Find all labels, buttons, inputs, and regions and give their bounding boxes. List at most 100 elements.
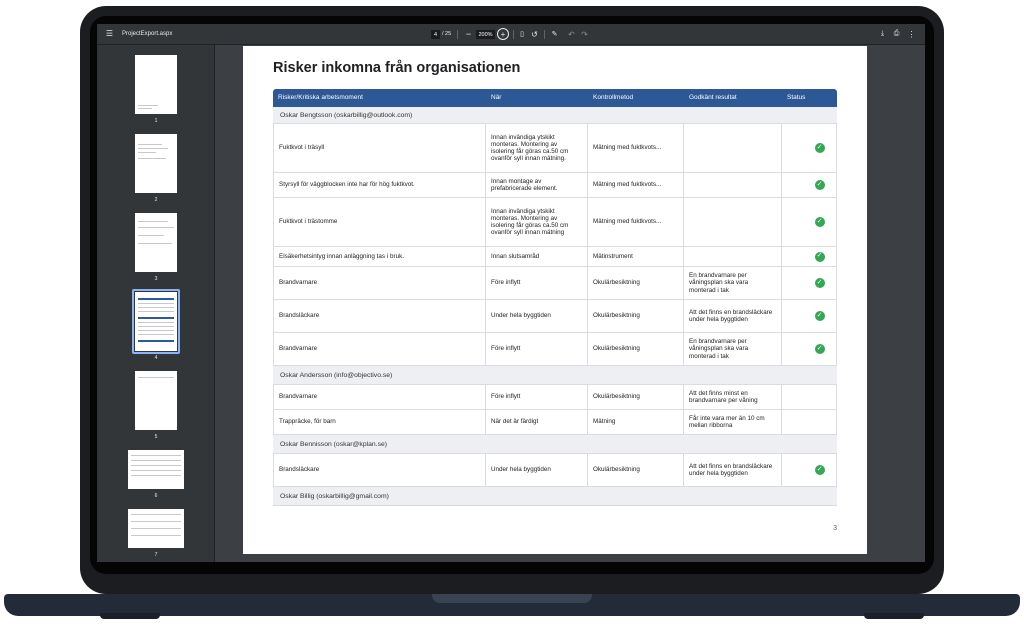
thumbnail-label: 3 bbox=[154, 276, 158, 282]
toolbar-divider bbox=[513, 30, 514, 39]
table-row: Brandsläckare Under hela byggtiden Okulä… bbox=[273, 454, 837, 487]
risk-cell: Styrsyll för väggblocken inte har för hö… bbox=[273, 173, 486, 197]
table-header: Risker/Kritiska arbetsmoment När Kontrol… bbox=[273, 89, 837, 107]
method-cell: Mätning med fuktkvots... bbox=[588, 198, 684, 246]
check-icon: ✓ bbox=[814, 217, 825, 227]
rotate-icon[interactable]: ↺ bbox=[530, 29, 539, 39]
table-row: Fuktkvot i trästomme Innan invändiga yts… bbox=[273, 198, 837, 247]
risk-cell: Trappräcke, för barn bbox=[273, 410, 486, 434]
thumbnail-label: 2 bbox=[154, 197, 158, 203]
toolbar-divider bbox=[544, 30, 545, 39]
when-cell: Före inflytt bbox=[486, 385, 588, 409]
table-row: Styrsyll för väggblocken inte har för hö… bbox=[273, 173, 837, 198]
status-cell bbox=[782, 410, 837, 434]
column-header: Risker/Kritiska arbetsmoment bbox=[278, 94, 363, 101]
check-icon: ✓ bbox=[814, 344, 825, 354]
risk-cell: Elsäkerhetsintyg innan anläggning tas i … bbox=[273, 247, 486, 266]
result-cell bbox=[684, 124, 782, 172]
page-thumbnail-3[interactable] bbox=[135, 213, 177, 272]
result-cell: Att det finns en brandsläckare under hel… bbox=[684, 454, 782, 486]
status-cell bbox=[782, 385, 837, 409]
laptop-foot-left bbox=[100, 613, 160, 619]
table-row: Fuktkvot i träsyll Innan invändiga ytski… bbox=[273, 124, 837, 173]
result-cell bbox=[684, 198, 782, 246]
method-cell: Okulärbesiktning bbox=[588, 385, 684, 409]
check-icon: ✓ bbox=[814, 278, 825, 288]
group-header: Oskar Bennisson (oskar@kplan.se) bbox=[273, 435, 837, 454]
table-row: Brandvarnare Före inflytt Okulärbesiktni… bbox=[273, 385, 837, 410]
thumbnail-sidebar: 1 2 3 4 5 6 7 bbox=[97, 45, 215, 562]
method-cell: Okulärbesiktning bbox=[588, 454, 684, 486]
when-cell: Före inflytt bbox=[486, 333, 588, 365]
undo-icon[interactable]: ↶ bbox=[567, 29, 576, 39]
thumbnail-label: 4 bbox=[154, 355, 158, 361]
result-cell: En brandvarnare per våningsplan ska vara… bbox=[684, 267, 782, 299]
page-thumbnail-1[interactable] bbox=[135, 55, 177, 114]
result-cell bbox=[684, 247, 782, 266]
zoom-in-icon[interactable]: + bbox=[497, 28, 509, 40]
method-cell: Okulärbesiktning bbox=[588, 333, 684, 365]
page-number: 3 bbox=[833, 525, 837, 532]
when-cell: Före inflytt bbox=[486, 267, 588, 299]
check-icon: ✓ bbox=[814, 311, 825, 321]
print-icon[interactable]: ⎙ bbox=[892, 29, 901, 39]
laptop-foot-right bbox=[864, 613, 924, 619]
result-cell: Får inte vara mer än 10 cm mellan ribbor… bbox=[684, 410, 782, 434]
status-cell: ✓ bbox=[782, 300, 837, 332]
risk-cell: Fuktkvot i träsyll bbox=[273, 124, 486, 172]
risk-table: Risker/Kritiska arbetsmoment När Kontrol… bbox=[273, 89, 837, 506]
page-number-input[interactable]: 4 bbox=[431, 30, 440, 39]
column-header: Kontrollmetod bbox=[593, 94, 634, 101]
page-thumbnail-4[interactable] bbox=[135, 292, 177, 351]
page-thumbnail-6[interactable] bbox=[128, 450, 184, 489]
file-name: ProjectExport.aspx bbox=[122, 31, 173, 37]
zoom-input[interactable]: 200% bbox=[476, 30, 495, 39]
status-cell: ✓ bbox=[782, 267, 837, 299]
page-thumbnail-7[interactable] bbox=[128, 509, 184, 548]
when-cell: Under hela byggtiden bbox=[486, 300, 588, 332]
when-cell: Under hela byggtiden bbox=[486, 454, 588, 486]
annotate-icon[interactable]: ✎ bbox=[550, 29, 559, 39]
column-header: När bbox=[491, 94, 502, 101]
method-cell: Mätinstrument bbox=[588, 247, 684, 266]
group-header: Oskar Andersson (info@objectivo.se) bbox=[273, 366, 837, 385]
thumbnail-label: 7 bbox=[154, 552, 158, 558]
method-cell: Okulärbesiktning bbox=[588, 300, 684, 332]
method-cell: Mätning med fuktkvots... bbox=[588, 124, 684, 172]
laptop-hinge-notch bbox=[432, 594, 592, 603]
column-header: Godkänt resultat bbox=[689, 94, 737, 101]
pdf-viewer: ☰ ProjectExport.aspx 4 / 25 − 200% + ▯ ↺… bbox=[97, 24, 925, 562]
risk-cell: Brandvarnare bbox=[273, 385, 486, 409]
page-thumbnail-5[interactable] bbox=[135, 371, 177, 430]
when-cell: Innan montage av prefabricerade element. bbox=[486, 173, 588, 197]
document-viewport[interactable]: Risker inkomna från organisationen Riske… bbox=[215, 45, 925, 562]
method-cell: Mätning med fuktkvots... bbox=[588, 173, 684, 197]
table-row: Trappräcke, för barn När det är färdigt … bbox=[273, 410, 837, 435]
when-cell: När det är färdigt bbox=[486, 410, 588, 434]
page-total: / 25 bbox=[442, 31, 452, 37]
zoom-out-icon[interactable]: − bbox=[464, 29, 473, 39]
menu-icon[interactable]: ☰ bbox=[105, 29, 114, 38]
method-cell: Mätning bbox=[588, 410, 684, 434]
page-thumbnail-2[interactable] bbox=[135, 134, 177, 193]
table-row: Elsäkerhetsintyg innan anläggning tas i … bbox=[273, 247, 837, 267]
when-cell: Innan invändiga ytskikt monteras. Monter… bbox=[486, 124, 588, 172]
result-cell: Att det finns minst en brandvarnare per … bbox=[684, 385, 782, 409]
result-cell: Att det finns en brandsläckare under hel… bbox=[684, 300, 782, 332]
result-cell bbox=[684, 173, 782, 197]
document-title: Risker inkomna från organisationen bbox=[273, 60, 521, 76]
redo-icon[interactable]: ↷ bbox=[580, 29, 589, 39]
column-header: Status bbox=[787, 94, 806, 101]
status-cell: ✓ bbox=[782, 124, 837, 172]
viewer-toolbar: ☰ ProjectExport.aspx 4 / 25 − 200% + ▯ ↺… bbox=[97, 24, 925, 45]
more-icon[interactable]: ⋮ bbox=[907, 29, 916, 39]
status-cell: ✓ bbox=[782, 247, 837, 266]
thumbnail-label: 6 bbox=[154, 493, 158, 499]
when-cell: Innan invändiga ytskikt monteras. Monter… bbox=[486, 198, 588, 246]
table-row: Brandsläckare Under hela byggtiden Okulä… bbox=[273, 300, 837, 333]
when-cell: Innan slutsamråd bbox=[486, 247, 588, 266]
group-header: Oskar Bengtsson (oskarbillig@outlook.com… bbox=[273, 107, 837, 124]
check-icon: ✓ bbox=[814, 180, 825, 190]
download-icon[interactable]: ⤓ bbox=[878, 29, 887, 39]
fit-page-icon[interactable]: ▯ bbox=[518, 29, 526, 39]
